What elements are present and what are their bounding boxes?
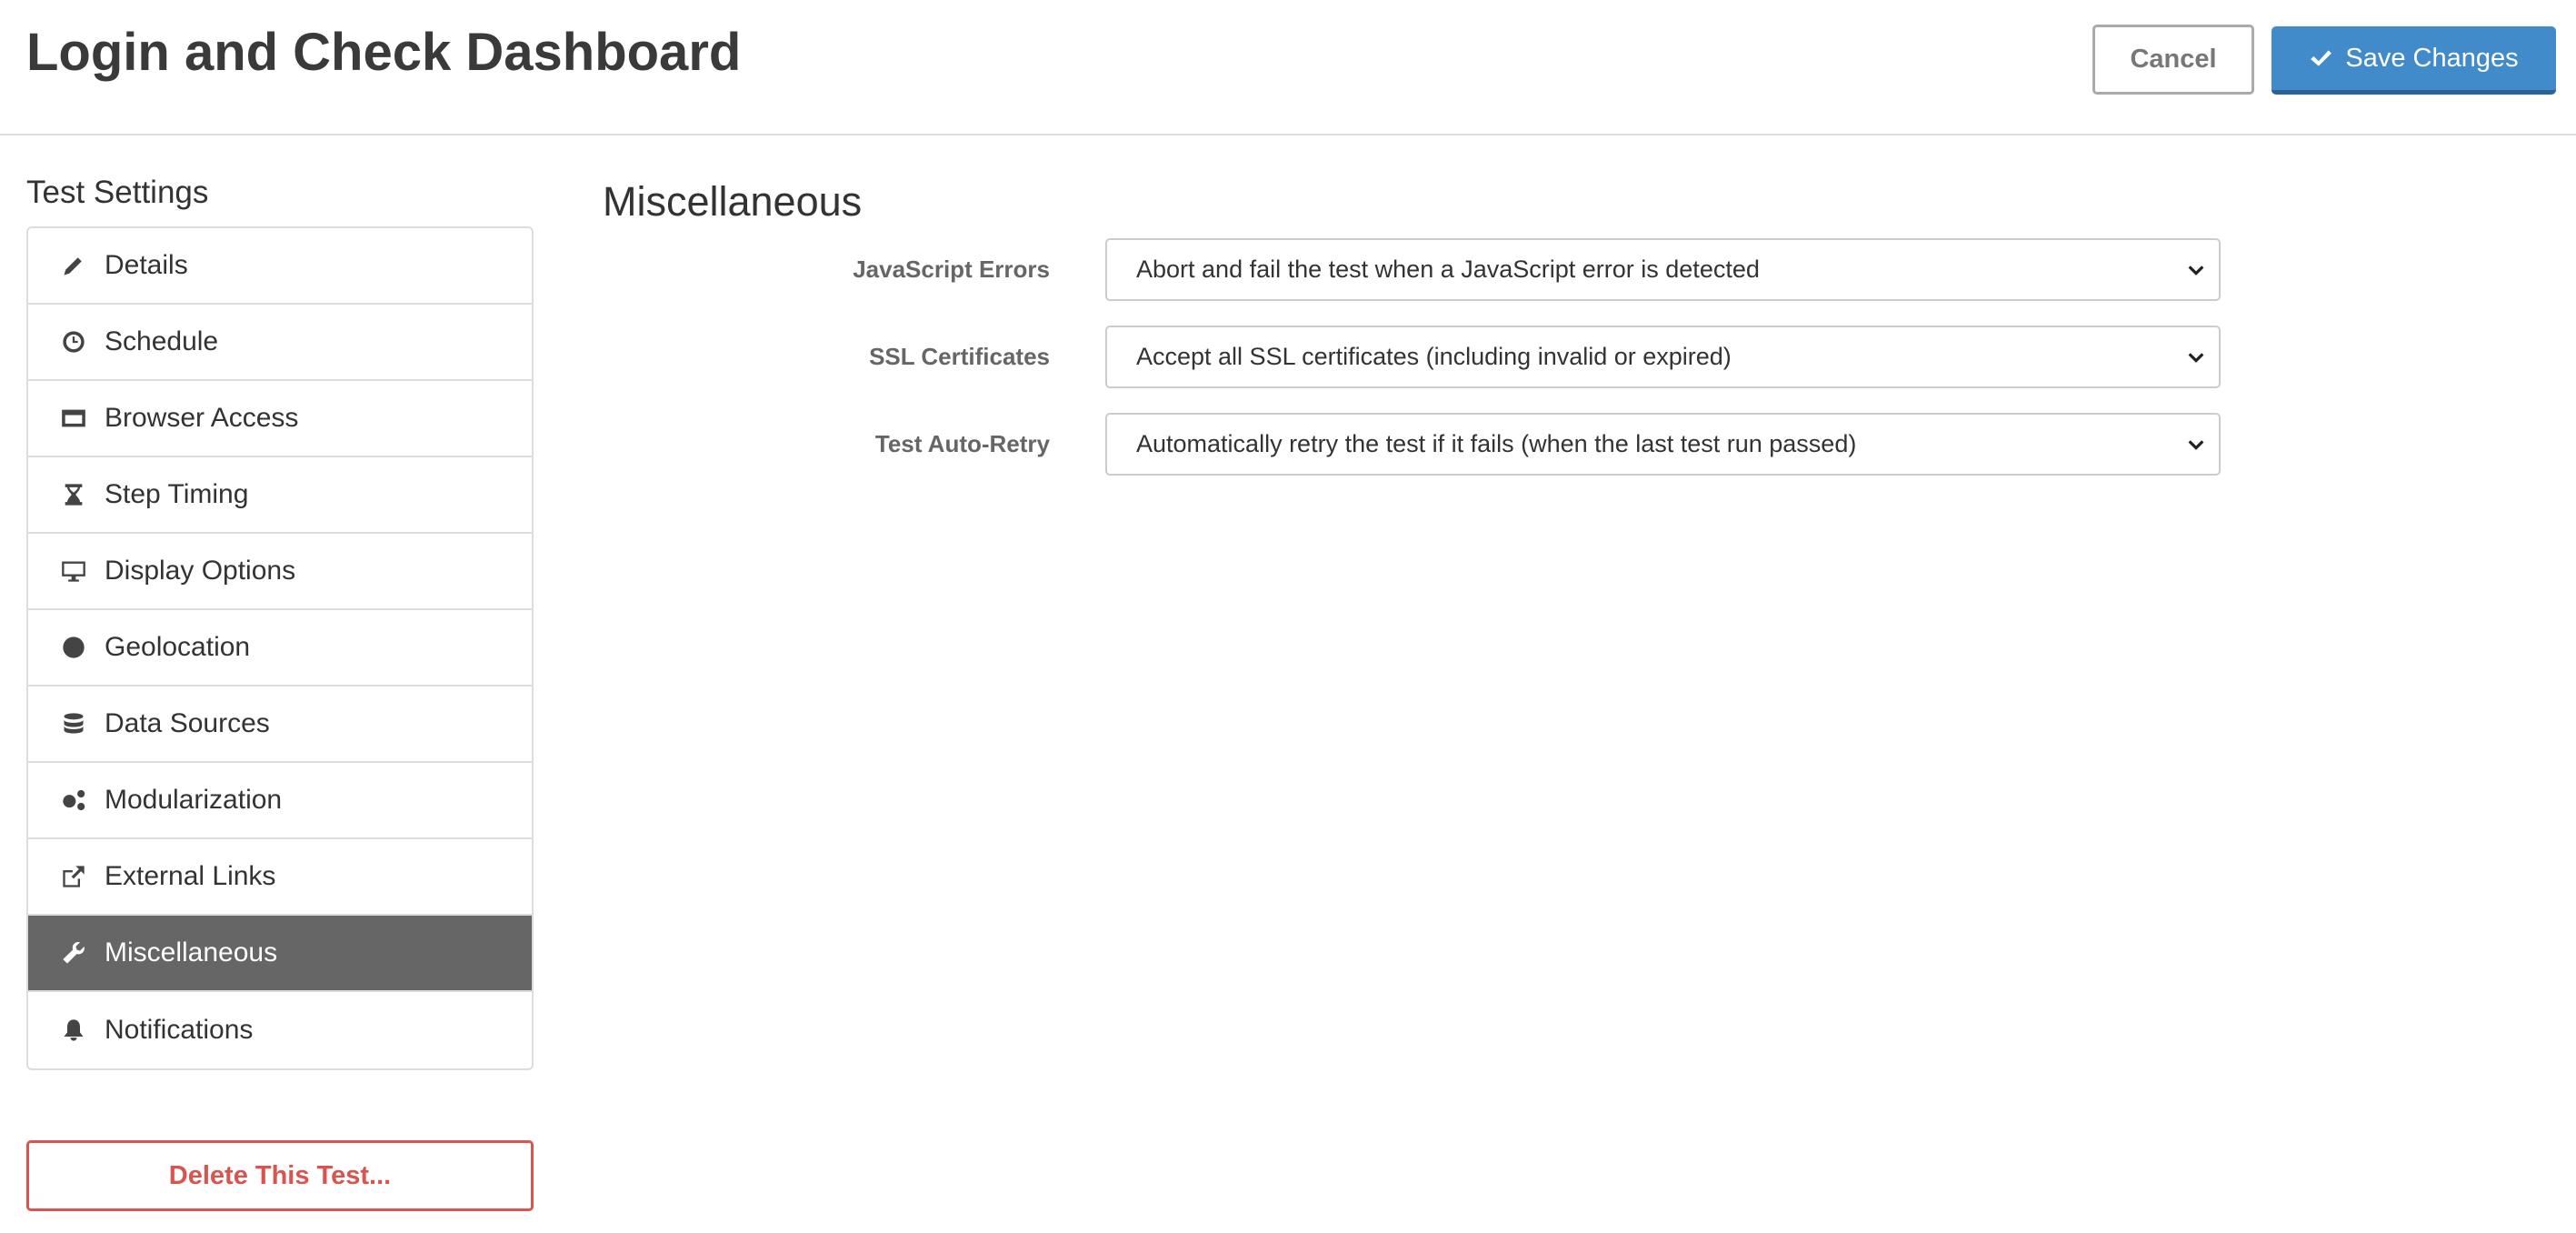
field-label: JavaScript Errors [853,256,1050,283]
sidebar-item-label: Notifications [105,1015,254,1045]
select-value: Accept all SSL certificates (including i… [1136,343,1732,370]
ssl-certificates-select[interactable]: Accept all SSL certificates (including i… [1105,326,2221,388]
sidebar-item-modularization[interactable]: Modularization [28,763,532,839]
sidebar-item-external-links[interactable]: External Links [28,839,532,916]
sidebar-item-label: Modularization [105,785,283,815]
gears-icon [59,787,88,813]
database-icon [59,711,88,737]
sidebar-item-label: Miscellaneous [105,937,278,967]
sidebar-item-label: Display Options [105,556,296,586]
page-title: Login and Check Dashboard [26,23,742,82]
field-ssl-certificates: SSL Certificates Accept all SSL certific… [0,326,2221,388]
chevron-down-icon [2188,440,2204,450]
field-label: SSL Certificates [869,343,1050,370]
test-auto-retry-select[interactable]: Automatically retry the test if it fails… [1105,413,2221,476]
delete-test-button[interactable]: Delete This Test... [26,1140,534,1211]
field-label: Test Auto-Retry [874,430,1050,457]
bell-icon [59,1017,88,1043]
save-changes-label: Save Changes [2345,43,2519,73]
field-test-auto-retry: Test Auto-Retry Automatically retry the … [0,413,2221,476]
javascript-errors-select[interactable]: Abort and fail the test when a JavaScrip… [1105,238,2221,301]
sidebar-item-label: Data Sources [105,708,270,738]
check-icon [2311,50,2332,66]
sidebar-item-display-options[interactable]: Display Options [28,534,532,610]
wrench-icon [59,940,88,966]
header-divider [0,134,2576,135]
sidebar-title: Test Settings [26,175,209,210]
chevron-down-icon [2188,266,2204,276]
chevron-down-icon [2188,353,2204,363]
sidebar-item-label: Geolocation [105,632,251,662]
hourglass-icon [59,482,88,507]
sidebar-item-label: External Links [105,861,276,891]
monitor-icon [59,558,88,584]
sidebar-item-data-sources[interactable]: Data Sources [28,687,532,763]
cancel-button[interactable]: Cancel [2092,25,2254,95]
globe-icon [59,635,88,660]
save-changes-button[interactable]: Save Changes [2271,26,2556,95]
sidebar-item-geolocation[interactable]: Geolocation [28,610,532,687]
sidebar-item-notifications[interactable]: Notifications [28,992,532,1068]
field-javascript-errors: JavaScript Errors Abort and fail the tes… [0,238,2221,301]
sidebar-item-label: Step Timing [105,479,249,509]
external-link-icon [59,864,88,889]
sidebar-item-miscellaneous[interactable]: Miscellaneous [28,916,532,992]
select-value: Abort and fail the test when a JavaScrip… [1136,256,1760,283]
select-value: Automatically retry the test if it fails… [1136,430,1857,457]
section-title: Miscellaneous [603,178,863,225]
